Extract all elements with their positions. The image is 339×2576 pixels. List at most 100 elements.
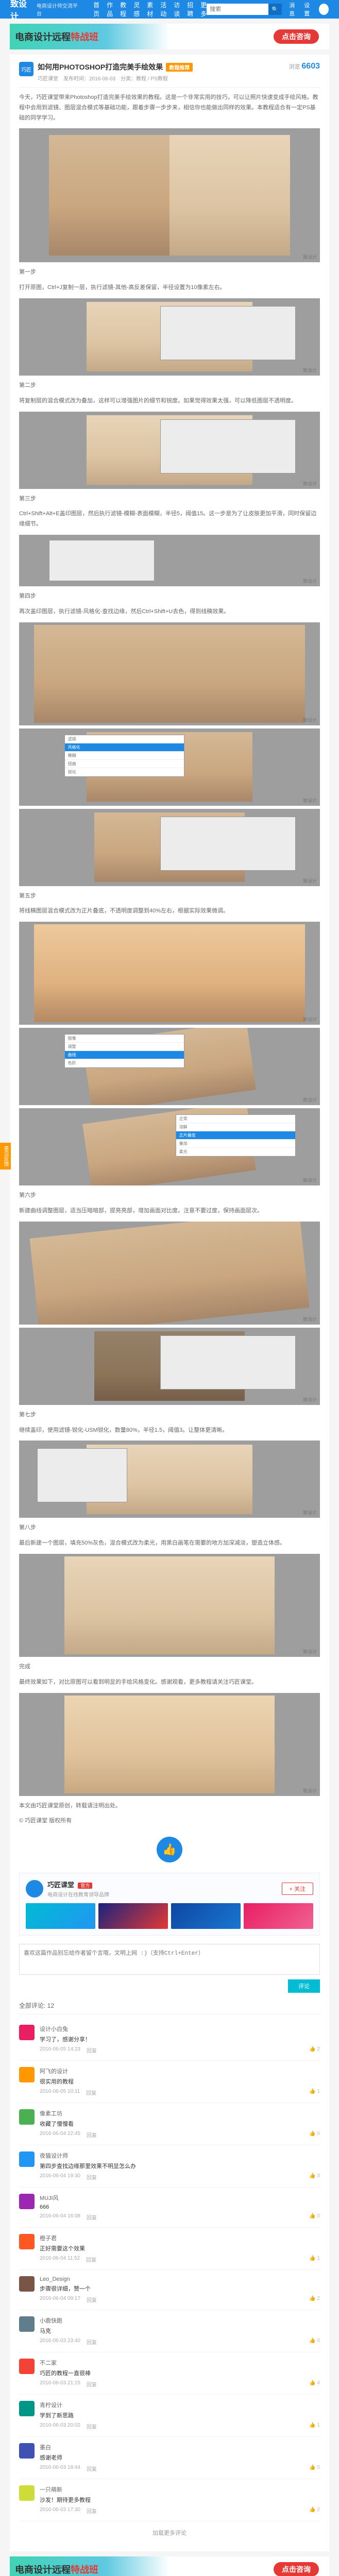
commenter-avatar-icon[interactable]	[19, 2359, 35, 2374]
reply-link[interactable]: 回复	[87, 2296, 97, 2303]
commenter-name[interactable]: 小鹿快跑	[40, 2316, 320, 2325]
work-thumb[interactable]	[98, 1903, 168, 1929]
reply-link[interactable]: 回复	[87, 2422, 97, 2430]
user-avatar-icon[interactable]	[319, 4, 329, 15]
site-logo[interactable]: 致设计	[10, 0, 32, 22]
reply-link[interactable]: 回复	[87, 2465, 97, 2472]
hero-compare-image: 致设计	[19, 128, 320, 262]
like-count[interactable]: 👍 1	[309, 2422, 320, 2430]
nav-resource[interactable]: 素材	[147, 1, 153, 18]
commenter-avatar-icon[interactable]	[19, 2401, 35, 2416]
search-input[interactable]	[207, 4, 268, 15]
commenter-name[interactable]: Leo_Design	[40, 2276, 320, 2282]
like-count[interactable]: 👍 0	[309, 2465, 320, 2472]
commenter-avatar-icon[interactable]	[19, 2194, 35, 2209]
nav-interview[interactable]: 访谈	[174, 1, 180, 18]
like-button[interactable]: 👍	[157, 1837, 182, 1862]
view-number: 6603	[301, 62, 320, 71]
commenter-avatar-icon[interactable]	[19, 2025, 35, 2040]
comment-text: 第四步查找边缘那里效果不明显怎么办	[40, 2162, 320, 2170]
like-count[interactable]: 👍 0	[309, 2131, 320, 2139]
banner-cta[interactable]: 点击咨询	[274, 2562, 319, 2576]
work-thumb[interactable]	[244, 1903, 313, 1929]
commenter-name[interactable]: 阿飞的设计	[40, 2067, 320, 2075]
comment-time: 2016-06-03 18:44	[40, 2465, 80, 2472]
like-count[interactable]: 👍 0	[309, 2338, 320, 2346]
like-count[interactable]: 👍 2	[309, 2507, 320, 2515]
like-count[interactable]: 👍 2	[309, 2296, 320, 2303]
comment-time: 2016-06-05 10:11	[40, 2089, 80, 2096]
author-name[interactable]: 巧匠课堂	[47, 1881, 74, 1889]
commenter-avatar-icon[interactable]	[19, 2109, 35, 2125]
site-tagline: 电商设计师交流平台	[37, 2, 78, 17]
work-thumb[interactable]	[26, 1903, 95, 1929]
feedback-tab[interactable]: 意见反馈	[0, 1143, 11, 1170]
commenter-name[interactable]: 设计小白兔	[40, 2025, 320, 2033]
reply-link[interactable]: 回复	[87, 2046, 97, 2054]
nav-more[interactable]: 更多	[200, 1, 207, 18]
nav-tutorial[interactable]: 教程	[120, 1, 126, 18]
load-more-button[interactable]: 加载更多评论	[19, 2521, 320, 2544]
commenter-name[interactable]: MUJI风	[40, 2194, 320, 2202]
comment-input[interactable]	[19, 1944, 320, 1975]
commenter-avatar-icon[interactable]	[19, 2067, 35, 2082]
like-count[interactable]: 👍 1	[309, 2089, 320, 2096]
commenter-avatar-icon[interactable]	[19, 2316, 35, 2332]
nav-works[interactable]: 作品	[107, 1, 113, 18]
follow-button[interactable]: + 关注	[282, 1883, 313, 1895]
commenter-name[interactable]: 夜猫设计师	[40, 2151, 320, 2160]
ps-menu-icon: 图像调整曲线色阶	[64, 1034, 185, 1068]
final-image: 致设计	[19, 1693, 320, 1796]
nav-event[interactable]: 活动	[160, 1, 166, 18]
commenter-name[interactable]: 墨白	[40, 2443, 320, 2451]
promo-banner[interactable]: 电商设计远程 特战班 点击咨询	[10, 24, 329, 49]
commenter-name[interactable]: 青柠设计	[40, 2401, 320, 2409]
promo-banner-bottom[interactable]: 电商设计远程 特战班 点击咨询	[10, 2556, 329, 2576]
comment-time: 2016-06-04 11:52	[40, 2256, 80, 2263]
article-meta: 巧匠课堂 发布时间：2016-06-03 分类：教程 / PS教程	[38, 74, 284, 82]
nav-job[interactable]: 招聘	[187, 1, 193, 18]
like-count[interactable]: 👍 2	[309, 2046, 320, 2054]
like-count[interactable]: 👍 3	[309, 2173, 320, 2181]
like-count[interactable]: 👍 1	[309, 2256, 320, 2263]
reply-link[interactable]: 回复	[86, 2089, 96, 2096]
search-button[interactable]: 🔍	[268, 4, 282, 15]
commenter-name[interactable]: 橙子君	[40, 2234, 320, 2242]
commenter-avatar-icon[interactable]	[19, 2485, 35, 2501]
comment-submit-button[interactable]: 评论	[288, 1979, 320, 1993]
nav-inspiration[interactable]: 灵感	[133, 1, 140, 18]
banner-cta[interactable]: 点击咨询	[274, 29, 319, 44]
nav-home[interactable]: 首页	[93, 1, 99, 18]
like-count[interactable]: 👍 4	[309, 2380, 320, 2388]
reply-link[interactable]: 回复	[87, 2338, 97, 2346]
commenter-avatar-icon[interactable]	[19, 2276, 35, 2292]
reply-link[interactable]: 回复	[87, 2213, 97, 2221]
reply-link[interactable]: 回复	[86, 2256, 96, 2263]
comment-text: 学习了，感谢分享！	[40, 2035, 320, 2043]
commenter-name[interactable]: 像素工坊	[40, 2109, 320, 2117]
author-avatar-icon[interactable]	[26, 1880, 43, 1897]
commenter-avatar-icon[interactable]	[19, 2234, 35, 2249]
author-logo-icon[interactable]: 巧匠	[19, 62, 33, 76]
meta-category[interactable]: 分类：教程 / PS教程	[121, 74, 168, 82]
reply-link[interactable]: 回复	[87, 2131, 97, 2139]
step8-title: 第八步	[19, 1523, 320, 1533]
reply-link[interactable]: 回复	[87, 2507, 97, 2515]
like-count[interactable]: 👍 0	[309, 2213, 320, 2221]
msg-link[interactable]: 消息	[289, 1, 299, 18]
settings-link[interactable]: 设置	[304, 1, 314, 18]
commenter-avatar-icon[interactable]	[19, 2151, 35, 2167]
meta-author[interactable]: 巧匠课堂	[38, 74, 58, 82]
reply-link[interactable]: 回复	[87, 2380, 97, 2388]
ps-curves-icon	[160, 1335, 296, 1389]
step2-text: 将复制层的混合模式改为叠加，这样可以增强图片的细节和锐度。如果觉得效果太强，可以…	[19, 396, 320, 406]
comments-header: 全部评论: 12	[19, 2001, 320, 2014]
work-thumb[interactable]	[171, 1903, 241, 1929]
commenter-name[interactable]: 一只萌新	[40, 2485, 320, 2494]
commenter-name[interactable]: 不二家	[40, 2359, 320, 2367]
step3-title: 第三步	[19, 494, 320, 504]
comment-time: 2016-06-04 09:17	[40, 2296, 80, 2303]
commenter-avatar-icon[interactable]	[19, 2443, 35, 2459]
comment-item: 夜猫设计师 第四步查找边缘那里效果不明显怎么办 2016-06-04 19:30…	[19, 2145, 320, 2188]
reply-link[interactable]: 回复	[87, 2173, 97, 2181]
